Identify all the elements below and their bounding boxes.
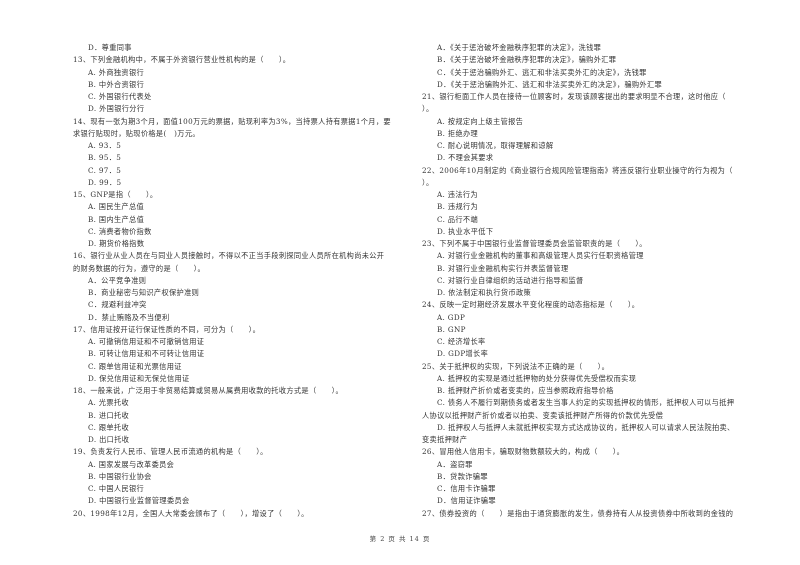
answer-option: C. 消费者物价指数 (88, 226, 152, 236)
answer-option: A. 违法行为 (437, 190, 478, 199)
answer-option: A．盗窃罪 (437, 459, 473, 469)
document-page: D．尊重同事 13、下列金融机构中，不属于外资银行营业性机构的是（ ）。 A. 外商… (0, 0, 800, 565)
question-continuation: 的财务数据的行为，遵守的是（ ）。 (73, 263, 206, 273)
answer-option: A. 93．5 (88, 141, 122, 150)
answer-option: B. 抵押财产折价或者变卖的，应当参照政府指导价格 (437, 386, 614, 395)
answer-option: A. 国民生产总值 (88, 202, 145, 212)
answer-option: B．贷款诈骗罪 (437, 471, 488, 481)
answer-option: D．信用证诈骗罪 (437, 496, 496, 506)
answer-option: B. 违规行为 (437, 202, 479, 212)
answer-option: D. 出口托收 (88, 435, 130, 444)
answer-option: D. 期货价格指数 (88, 239, 145, 248)
question-text: 27、债券投资的（ ）是指由于通货膨胀的发生，债券持有人从投资债券中所收到的金钱… (422, 508, 734, 518)
answer-option: D. 中国银行业监督管理委员会 (88, 496, 190, 506)
answer-option: B．商业秘密与知识产权保护准则 (88, 288, 200, 297)
answer-option: B. 可转让信用证和不可转让信用证 (88, 349, 205, 359)
answer-option: C．《关于惩治骗购外汇、逃汇和非法买卖外汇的决定》，洗钱罪 (437, 67, 647, 77)
question-text: 26、冒用他人信用卡，骗取财物数额较大的，构成（ ）。 (422, 447, 625, 457)
answer-option: C. 跟单托收 (88, 422, 130, 432)
answer-option: C. 97．5 (88, 165, 122, 175)
question-text: 20、1998年12月，全国人大常委会颁布了（ ），增设了（ ）。 (73, 508, 309, 518)
answer-option: C. 对银行业自律组织的活动进行指导和监督 (437, 275, 584, 285)
answer-option: D. 保兑信用证和无保兑信用证 (88, 373, 190, 383)
question-continuation: 人协议以抵押财产折价或者以拍卖、变卖该抵押财产所得的价款优先受偿 (422, 410, 664, 420)
question-continuation: ）。 (422, 104, 434, 114)
answer-option: C. 债务人不履行到期债务或者发生当事人约定的实现抵押权的情形，抵押权人可以与抵… (437, 398, 735, 408)
answer-option: B．《关于惩治破坏金融秩序犯罪的决定》，骗购外汇罪 (437, 55, 617, 65)
answer-option: D. 外国银行分行 (88, 104, 145, 114)
answer-option: B. 进口托收 (88, 410, 130, 420)
answer-option: D. 执业水平低下 (437, 226, 494, 236)
page-number-footer: 第 2 页 共 14 页 (369, 535, 431, 543)
question-text: 13、下列金融机构中，不属于外资银行营业性机构的是（ ）。 (73, 55, 291, 65)
answer-option: B. GNP (437, 324, 466, 334)
question-text: 18、一般来说，广泛用于非贸易结算或贸易从属费用收款的托收方式是（ ）。 (73, 386, 344, 395)
answer-option: C. 经济增长率 (437, 337, 486, 346)
answer-option: B. 中外合资银行 (88, 79, 145, 89)
question-continuation: 求银行贴现时，贴现价格是( )万元。 (73, 128, 200, 138)
question-text: 19、负责发行人民币、管理人民币流通的机构是（ ）。 (73, 447, 268, 457)
answer-option: B. 国内生产总值 (88, 214, 145, 224)
answer-option: D. 抵押权人与抵押人未就抵押权实现方式达成协议的，抵押权人可以请求人民法院拍卖… (437, 422, 735, 432)
question-continuation: ）。 (422, 177, 434, 187)
answer-option: A. 按规定向上级主管报告 (437, 116, 524, 126)
answer-option: D. 不理会其要求 (437, 153, 494, 163)
answer-option: A. 光票托收 (88, 398, 129, 408)
answer-option: A．公平竞争准则 (88, 275, 147, 285)
answer-option: C. 耐心说明情况，取得理解和谅解 (437, 141, 554, 150)
answer-option: C. 中国人民银行 (88, 484, 145, 493)
answer-option: C. 跟单信用证和光票信用证 (88, 361, 182, 371)
answer-option: D．《关于惩治骗购外汇、逃汇和非法买卖外汇的决定》，骗购外汇罪 (437, 79, 663, 89)
answer-option: D. 依法制定和执行货币政策 (437, 288, 532, 297)
question-text: 15、GNP是指（ ）。 (73, 190, 158, 199)
question-text: 21、银行柜面工作人员在接待一位顾客时，发现该顾客提出的要求明显不合理，这时他应… (422, 92, 726, 101)
left-column: D．尊重同事 13、下列金融机构中，不属于外资银行营业性机构的是（ ）。 A. 外商… (73, 42, 413, 520)
answer-option: B. 中国银行业协会 (88, 471, 152, 481)
question-text: 17、信用证按开证行保证性质的不同，可分为（ ）。 (73, 324, 261, 334)
answer-option: A．《关于惩治破坏金融秩序犯罪的决定》，洗钱罪 (437, 43, 602, 52)
question-text: 16、银行业从业人员在与同业人员接触时，不得以不正当手段刺探同业人员所在机构尚未… (73, 251, 385, 261)
answer-option: A. 国家发展与改革委员会 (88, 459, 175, 469)
answer-option: A. 对银行业金融机构的董事和高级管理人员实行任职资格管理 (437, 251, 644, 261)
answer-option: C. 外国银行代表处 (88, 92, 152, 101)
answer-option: B. 95．5 (88, 153, 122, 163)
question-text: 25、关于抵押权的实现，下列说法不正确的是（ ）。 (422, 361, 610, 371)
answer-option: D．禁止贿赂及不当便利 (88, 312, 170, 322)
answer-option: D. 99．5 (88, 177, 122, 187)
answer-option: C. 品行不端 (437, 214, 479, 224)
answer-option: A. GDP (437, 312, 466, 322)
question-text: 24、反映一定时期经济发展水平变化程度的动态指标是（ ）。 (422, 300, 640, 310)
question-text: 23、下列不属于中国银行业监督管理委员会监管职责的是（ ）。 (422, 239, 647, 248)
answer-option: C．信用卡诈骗罪 (437, 484, 496, 493)
answer-option: A. 可撤销信用证和不可撤销信用证 (88, 337, 205, 346)
right-column: A．《关于惩治破坏金融秩序犯罪的决定》，洗钱罪 B．《关于惩治破坏金融秩序犯罪的决… (422, 42, 767, 520)
answer-option: A. 外商独资银行 (88, 67, 145, 77)
answer-option: D. GDP增长率 (437, 349, 489, 359)
answer-option: D．尊重同事 (88, 43, 132, 52)
answer-option: C．规避利益冲突 (88, 300, 147, 310)
question-text: 14、现有一张为期3个月，面值100万元的票据，贴现利率为3%，当持票人持有票据… (73, 116, 391, 126)
answer-option: B. 拒绝办理 (437, 128, 479, 138)
question-continuation: 变卖抵押财产 (422, 435, 468, 444)
question-text: 22、2006年10月制定的《商业银行合规风险管理指南》将违反银行业职业操守的行… (422, 165, 733, 175)
answer-option: A. 抵押权的实现是通过抵押物的处分获得优先受偿权而实现 (437, 373, 637, 383)
answer-option: B. 对银行业金融机构实行并表监督管理 (437, 263, 569, 273)
